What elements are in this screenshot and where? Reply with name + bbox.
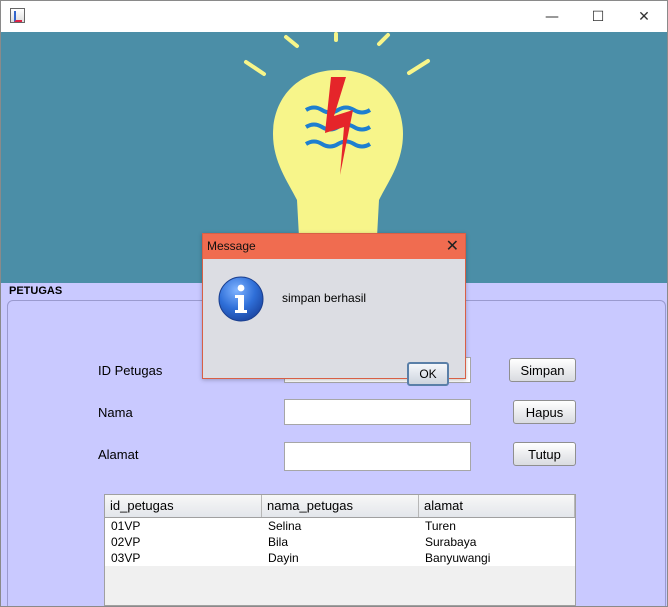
table-row[interactable]: 03VP Dayin Banyuwangi	[105, 550, 575, 566]
table-cell: Selina	[268, 519, 302, 533]
nama-field[interactable]	[284, 399, 471, 425]
alamat-label: Alamat	[98, 447, 139, 462]
table-cell: Dayin	[268, 551, 299, 565]
dialog-title: Message	[207, 239, 256, 253]
dialog-body: simpan berhasil OK	[203, 259, 465, 386]
dialog-message: simpan berhasil	[282, 291, 367, 305]
petugas-table[interactable]: id_petugas nama_petugas alamat 01VP Seli…	[104, 494, 576, 606]
table-cell: 02VP	[111, 535, 141, 549]
table-cell: Banyuwangi	[425, 551, 491, 565]
application-window: — ☐ ✕ PETUGAS ID Petugas Simpan Nama Hap…	[0, 0, 668, 607]
java-app-icon	[10, 8, 25, 23]
maximize-button[interactable]: ☐	[575, 1, 621, 32]
table-cell: Turen	[425, 519, 456, 533]
table-cell: Bila	[268, 535, 289, 549]
tutup-button[interactable]: Tutup	[513, 442, 576, 466]
table-empty-area	[105, 566, 575, 605]
hapus-button[interactable]: Hapus	[513, 400, 576, 424]
dialog-title-bar: Message ✕	[203, 234, 465, 259]
nama-label: Nama	[98, 405, 133, 420]
id-petugas-label: ID Petugas	[98, 363, 163, 378]
table-cell: 03VP	[111, 551, 141, 565]
ok-button[interactable]: OK	[407, 362, 449, 386]
table-cell: 01VP	[111, 519, 141, 533]
table-row[interactable]: 01VP Selina Turen	[105, 518, 575, 534]
dialog-close-button[interactable]: ✕	[446, 236, 459, 255]
information-icon	[218, 276, 264, 322]
section-title: PETUGAS	[9, 285, 63, 297]
title-bar: — ☐ ✕	[1, 1, 667, 32]
simpan-button[interactable]: Simpan	[509, 358, 576, 382]
minimize-button[interactable]: —	[529, 1, 575, 32]
table-row[interactable]: 02VP Bila Surabaya	[105, 534, 575, 550]
column-header-id-petugas[interactable]: id_petugas	[105, 495, 262, 517]
alamat-field[interactable]	[284, 442, 471, 471]
table-header: id_petugas nama_petugas alamat	[105, 495, 575, 518]
close-button[interactable]: ✕	[621, 1, 667, 32]
table-cell: Surabaya	[425, 535, 477, 549]
column-header-nama-petugas[interactable]: nama_petugas	[262, 495, 419, 517]
message-dialog: Message ✕ simpan berhasil OK	[202, 233, 466, 386]
column-header-alamat[interactable]: alamat	[419, 495, 575, 517]
